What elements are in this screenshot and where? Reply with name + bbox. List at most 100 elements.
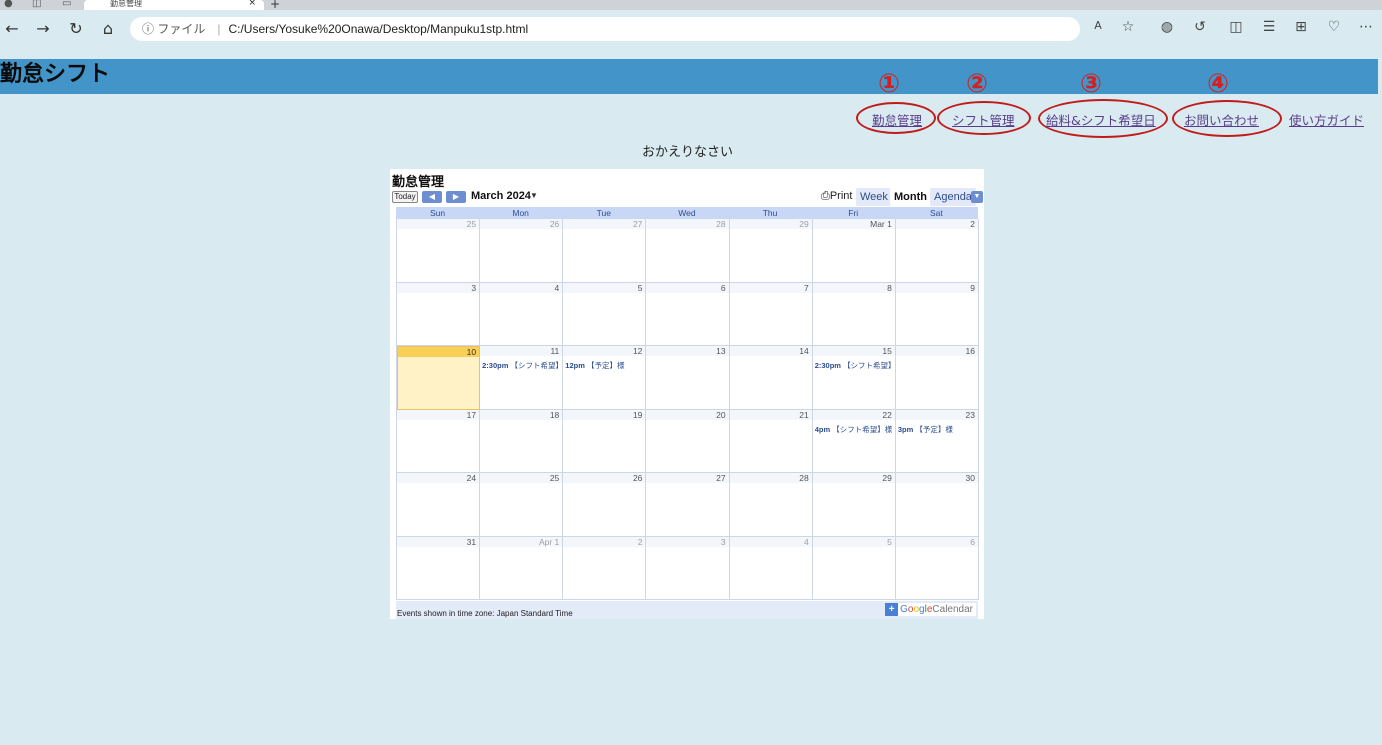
site-info-icon[interactable]: ⓘ ファイル <box>142 22 205 36</box>
day-cell[interactable]: Apr 1 <box>480 536 564 600</box>
today-button[interactable]: Today <box>392 191 418 203</box>
day-number: 29 <box>729 219 812 229</box>
day-cell[interactable]: 4 <box>480 282 564 346</box>
day-number: 19 <box>563 409 646 420</box>
day-cell[interactable]: 22 4pm 【シフト希望】様 <box>812 409 896 473</box>
tab-actions-icon[interactable]: ▭ <box>62 0 71 9</box>
day-cell[interactable]: 28 <box>646 219 730 283</box>
welcome-message: おかえりなさい <box>641 145 733 160</box>
day-cell[interactable]: Mar 1 <box>812 219 896 283</box>
url-field[interactable]: ⓘ ファイル | C:/Users/Yosuke%20Onawa/Desktop/M… <box>130 17 1080 41</box>
agenda-dropdown-icon[interactable]: ▼ <box>971 191 983 203</box>
refresh-extension-icon[interactable]: ↺ <box>1190 19 1210 35</box>
event-time: 2:30pm <box>482 361 509 370</box>
day-cell[interactable]: 31 <box>397 536 481 600</box>
day-number: 30 <box>895 473 978 483</box>
home-icon[interactable]: ⌂ <box>98 19 118 39</box>
day-cell[interactable]: 2 <box>563 536 647 600</box>
day-cell[interactable]: 28 <box>729 473 813 537</box>
event-title: 【シフト希望】 <box>843 361 895 370</box>
view-week-button[interactable]: Week <box>856 188 892 206</box>
calendar-event[interactable]: 2:30pm 【シフト希望】 <box>815 360 895 371</box>
day-cell[interactable]: 16 <box>895 346 979 410</box>
nav-link-shift[interactable]: シフト管理 <box>952 110 1015 129</box>
browser-essentials-icon[interactable]: ♡ <box>1324 19 1344 35</box>
day-cell[interactable]: 19 <box>563 409 647 473</box>
day-cell[interactable]: 15 2:30pm 【シフト希望】 <box>812 346 896 410</box>
day-cell[interactable]: 5 <box>563 282 647 346</box>
view-month-button[interactable]: Month <box>890 188 931 206</box>
annotation-mark-1: ① <box>878 69 901 99</box>
calendar-event[interactable]: 3pm 【予定】様 <box>898 424 978 435</box>
month-dropdown-icon[interactable]: ▼ <box>530 191 538 200</box>
day-cell[interactable]: 26 <box>480 219 564 283</box>
tab-close-icon[interactable]: × <box>248 0 256 8</box>
forward-icon[interactable]: → <box>33 19 53 39</box>
day-cell[interactable]: 26 <box>563 473 647 537</box>
day-cell[interactable]: 23 3pm 【予定】様 <box>895 409 979 473</box>
day-number: 2 <box>895 219 978 229</box>
day-number: 7 <box>729 282 812 293</box>
calendar-event[interactable]: 4pm 【シフト希望】様 <box>815 424 895 435</box>
day-cell[interactable]: 20 <box>646 409 730 473</box>
weekday-label: Sat <box>929 208 943 218</box>
day-cell[interactable]: 6 <box>895 536 979 600</box>
day-cell[interactable]: 6 <box>646 282 730 346</box>
day-cell[interactable]: 11 2:30pm 【シフト希望】 <box>480 346 564 410</box>
page-header: 勤怠シフト <box>0 59 1378 94</box>
favorite-star-icon[interactable]: ☆ <box>1118 19 1138 35</box>
day-number: 4 <box>729 536 812 547</box>
read-aloud-icon[interactable]: A <box>1088 19 1108 32</box>
day-cell[interactable]: 3 <box>646 536 730 600</box>
day-cell[interactable]: 25 <box>480 473 564 537</box>
view-agenda-button[interactable]: Agenda <box>930 188 976 206</box>
day-cell[interactable]: 9 <box>895 282 979 346</box>
day-cell[interactable]: 7 <box>729 282 813 346</box>
refresh-icon[interactable]: ↻ <box>66 19 86 39</box>
nav-link-guide[interactable]: 使い方ガイド <box>1289 110 1364 129</box>
day-cell[interactable]: 29 <box>729 219 813 283</box>
nav-link-salary-shift-request[interactable]: 給料&シフト希望日 <box>1046 110 1156 129</box>
day-cell[interactable]: 21 <box>729 409 813 473</box>
calendar-event[interactable]: 2:30pm 【シフト希望】 <box>482 360 562 371</box>
day-number: 26 <box>480 219 563 229</box>
back-icon[interactable]: ← <box>2 19 22 39</box>
weekday-label: Fri <box>848 208 859 218</box>
day-cell[interactable]: 27 <box>563 219 647 283</box>
print-button[interactable]: ⎙Print <box>821 190 852 203</box>
new-tab-button[interactable]: + <box>270 0 280 11</box>
day-cell[interactable]: 10 <box>397 346 481 410</box>
collections-icon[interactable]: ⊞ <box>1291 19 1311 35</box>
calendar-event[interactable]: 12pm 【予定】様 <box>565 360 645 371</box>
extension-icon[interactable]: ◍ <box>1157 19 1177 35</box>
split-screen-icon[interactable]: ◫ <box>1226 19 1246 35</box>
prev-month-icon[interactable]: ◀ <box>422 191 442 203</box>
day-cell[interactable]: 24 <box>397 473 481 537</box>
day-cell[interactable]: 5 <box>812 536 896 600</box>
day-cell[interactable]: 30 <box>895 473 979 537</box>
day-cell[interactable]: 29 <box>812 473 896 537</box>
day-cell[interactable]: 27 <box>646 473 730 537</box>
event-title: 【シフト希望】様 <box>832 424 893 434</box>
nav-link-contact[interactable]: お問い合わせ <box>1184 110 1259 129</box>
google-calendar-button[interactable]: + GoogleCalendar <box>885 603 976 616</box>
day-cell[interactable]: 17 <box>397 409 481 473</box>
day-cell[interactable]: 4 <box>729 536 813 600</box>
day-cell[interactable]: 14 <box>729 346 813 410</box>
day-cell[interactable]: 13 <box>646 346 730 410</box>
favorites-icon[interactable]: ☰ <box>1259 19 1279 35</box>
day-cell[interactable]: 3 <box>397 282 481 346</box>
workspaces-icon[interactable]: ◫ <box>32 0 41 9</box>
browser-tab[interactable]: 勤怠管理 × <box>84 0 264 10</box>
weekday-label: Wed <box>678 208 696 218</box>
day-cell[interactable]: 2 <box>895 219 979 283</box>
day-cell[interactable]: 18 <box>480 409 564 473</box>
more-menu-icon[interactable]: ⋯ <box>1356 19 1376 35</box>
next-month-icon[interactable]: ▶ <box>446 191 466 203</box>
profile-icon[interactable]: ● <box>4 0 13 9</box>
event-time: 3pm <box>897 424 914 434</box>
day-cell[interactable]: 8 <box>812 282 896 346</box>
day-cell[interactable]: 12 12pm 【予定】様 <box>563 346 647 410</box>
day-cell[interactable]: 25 <box>397 219 481 283</box>
nav-link-attendance[interactable]: 勤怠管理 <box>872 110 922 129</box>
